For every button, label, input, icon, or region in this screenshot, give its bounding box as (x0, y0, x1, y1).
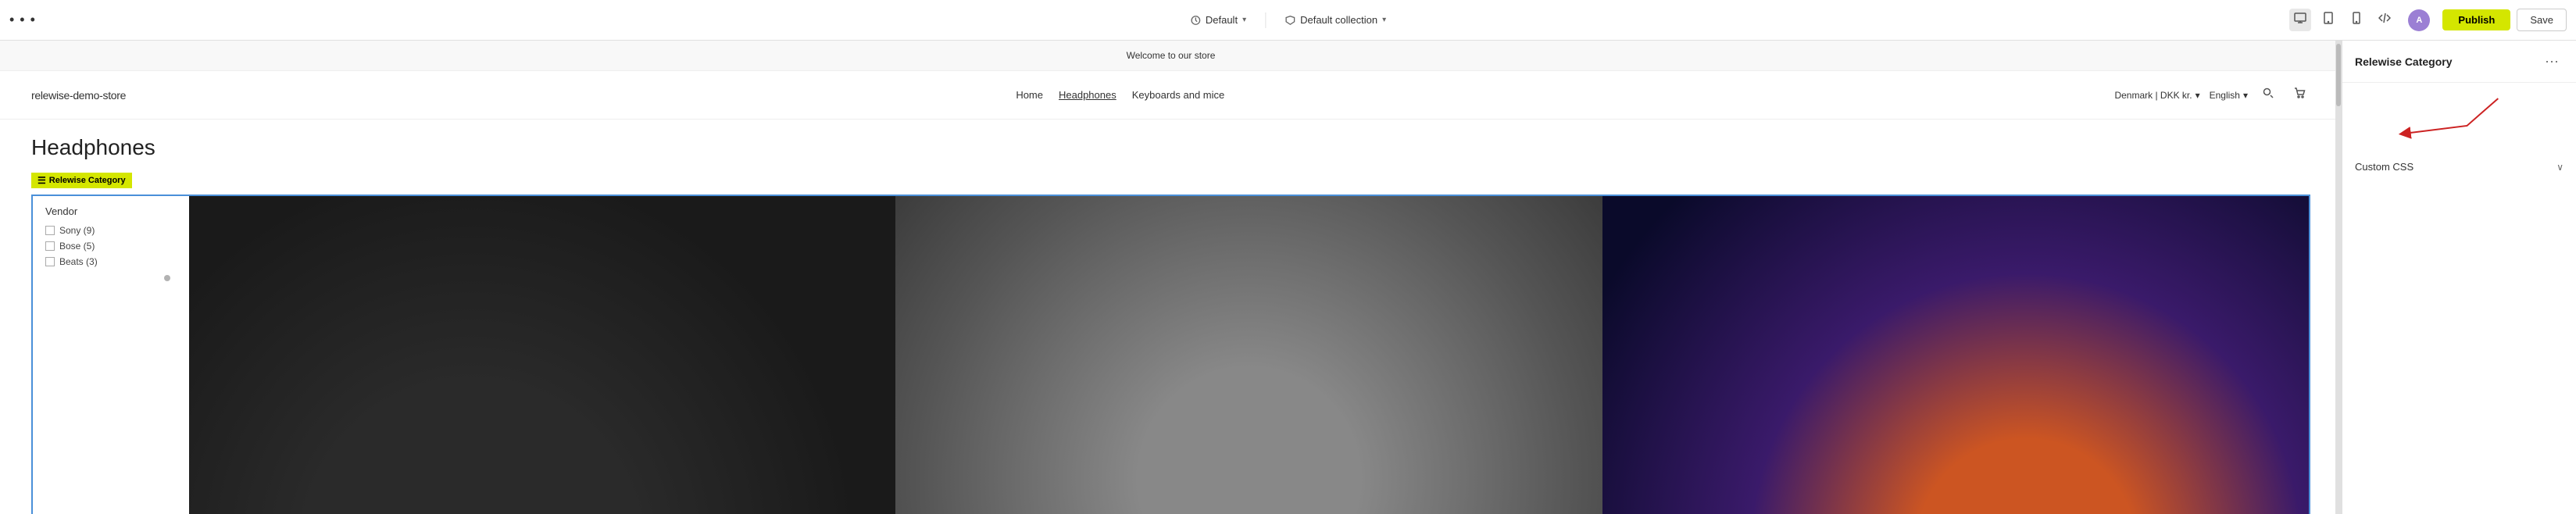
store-frame: Welcome to our store relewise-demo-store… (0, 41, 2342, 514)
default-label: Default (1206, 14, 1238, 26)
arrow-annotation (2342, 83, 2576, 145)
publish-button[interactable]: Publish (2442, 9, 2510, 30)
top-bar-right: A Publish Save (2289, 9, 2567, 31)
locale-chevron: ▾ (2195, 90, 2200, 101)
product-card-3[interactable] (1602, 196, 2309, 514)
store-nav-links: Home Headphones Keyboards and mice (1016, 89, 1224, 101)
preview-scrollbar[interactable] (2335, 41, 2342, 514)
relewise-badge-label: Relewise Category (49, 176, 126, 185)
locale-button[interactable]: Denmark | DKK kr. ▾ (2114, 90, 2199, 101)
store-logo: relewise-demo-store (31, 89, 126, 102)
separator (1265, 12, 1266, 28)
product-card-1[interactable] (189, 196, 895, 514)
filter-checkbox-bose[interactable] (45, 241, 55, 251)
chevron-down-icon-2: ▾ (1382, 16, 1386, 24)
relewise-badge-icon: ☰ (38, 175, 46, 186)
right-panel: Relewise Category ··· Custom CSS ∨ (2342, 41, 2576, 514)
search-button[interactable] (2257, 84, 2279, 106)
expand-icon: ∨ (2556, 162, 2563, 173)
filter-section-title: Vendor (45, 205, 177, 217)
default-collection-dropdown[interactable]: Default collection ▾ (1278, 11, 1392, 29)
product-area: Vendor Sony (9) Bose (5) (31, 195, 2310, 514)
main-layout: Welcome to our store relewise-demo-store… (0, 41, 2576, 514)
avatar: A (2408, 9, 2430, 31)
default-collection-label: Default collection (1300, 14, 1377, 26)
banner-text: Welcome to our store (1127, 50, 1216, 61)
top-bar-left: • • • (9, 12, 45, 28)
filter-label-bose: Bose (5) (59, 241, 95, 252)
mobile-view-btn[interactable] (2346, 9, 2367, 31)
language-text: English (2210, 90, 2240, 101)
filter-label-beats: Beats (3) (59, 256, 98, 267)
chevron-down-icon: ▾ (1242, 16, 1246, 24)
preview-area: Welcome to our store relewise-demo-store… (0, 41, 2342, 514)
locale-text: Denmark | DKK kr. (2114, 90, 2192, 101)
relewise-badge[interactable]: ☰ Relewise Category (31, 173, 132, 188)
product-image-1 (189, 196, 895, 514)
code-view-btn[interactable] (2374, 9, 2396, 31)
product-image-3 (1602, 196, 2309, 514)
right-panel-title: Relewise Category (2355, 55, 2453, 68)
scrollbar-thumb (2336, 44, 2341, 106)
nav-link-keyboards[interactable]: Keyboards and mice (1132, 89, 1225, 101)
filter-checkbox-beats[interactable] (45, 257, 55, 266)
cart-button[interactable] (2288, 84, 2310, 106)
save-button[interactable]: Save (2517, 9, 2567, 31)
desktop-view-btn[interactable] (2289, 9, 2311, 31)
right-panel-header: Relewise Category ··· (2342, 41, 2576, 83)
app-dots: • • • (9, 12, 36, 28)
nav-link-home[interactable]: Home (1016, 89, 1043, 101)
product-card-2[interactable] (895, 196, 1602, 514)
arrow-area (2342, 83, 2576, 145)
filter-item-bose: Bose (5) (45, 241, 177, 252)
product-image-2 (895, 196, 1602, 514)
page-title: Headphones (31, 135, 2310, 160)
store-banner: Welcome to our store (0, 41, 2342, 71)
custom-css-row[interactable]: Custom CSS ∨ (2355, 158, 2563, 176)
custom-css-label: Custom CSS (2355, 161, 2413, 173)
filter-checkbox-sony[interactable] (45, 226, 55, 235)
store-content: Headphones ☰ Relewise Category Vendor (0, 120, 2342, 514)
language-button[interactable]: English ▾ (2210, 90, 2248, 101)
store-nav-right: Denmark | DKK kr. ▾ English ▾ (2114, 84, 2310, 106)
product-grid (189, 196, 2309, 514)
filter-label-sony: Sony (9) (59, 225, 95, 236)
default-dropdown[interactable]: Default ▾ (1184, 11, 1252, 29)
filter-item-sony: Sony (9) (45, 225, 177, 236)
right-panel-body: Custom CSS ∨ (2342, 145, 2576, 514)
avatar-group: A (2408, 9, 2430, 31)
filter-item-beats: Beats (3) (45, 256, 177, 267)
tablet-view-btn[interactable] (2317, 9, 2339, 31)
store-nav: relewise-demo-store Home Headphones Keyb… (0, 71, 2342, 120)
top-bar-center: Default ▾ Default collection ▾ (1184, 11, 1392, 29)
filter-sidebar: Vendor Sony (9) Bose (5) (33, 196, 189, 514)
language-chevron: ▾ (2243, 90, 2248, 101)
more-options-button[interactable]: ··· (2540, 52, 2563, 71)
nav-link-headphones[interactable]: Headphones (1059, 89, 1117, 101)
top-bar: • • • Default ▾ Default collection ▾ (0, 0, 2576, 41)
relewise-section: ☰ Relewise Category Vendor Sony (9) (31, 173, 2310, 514)
